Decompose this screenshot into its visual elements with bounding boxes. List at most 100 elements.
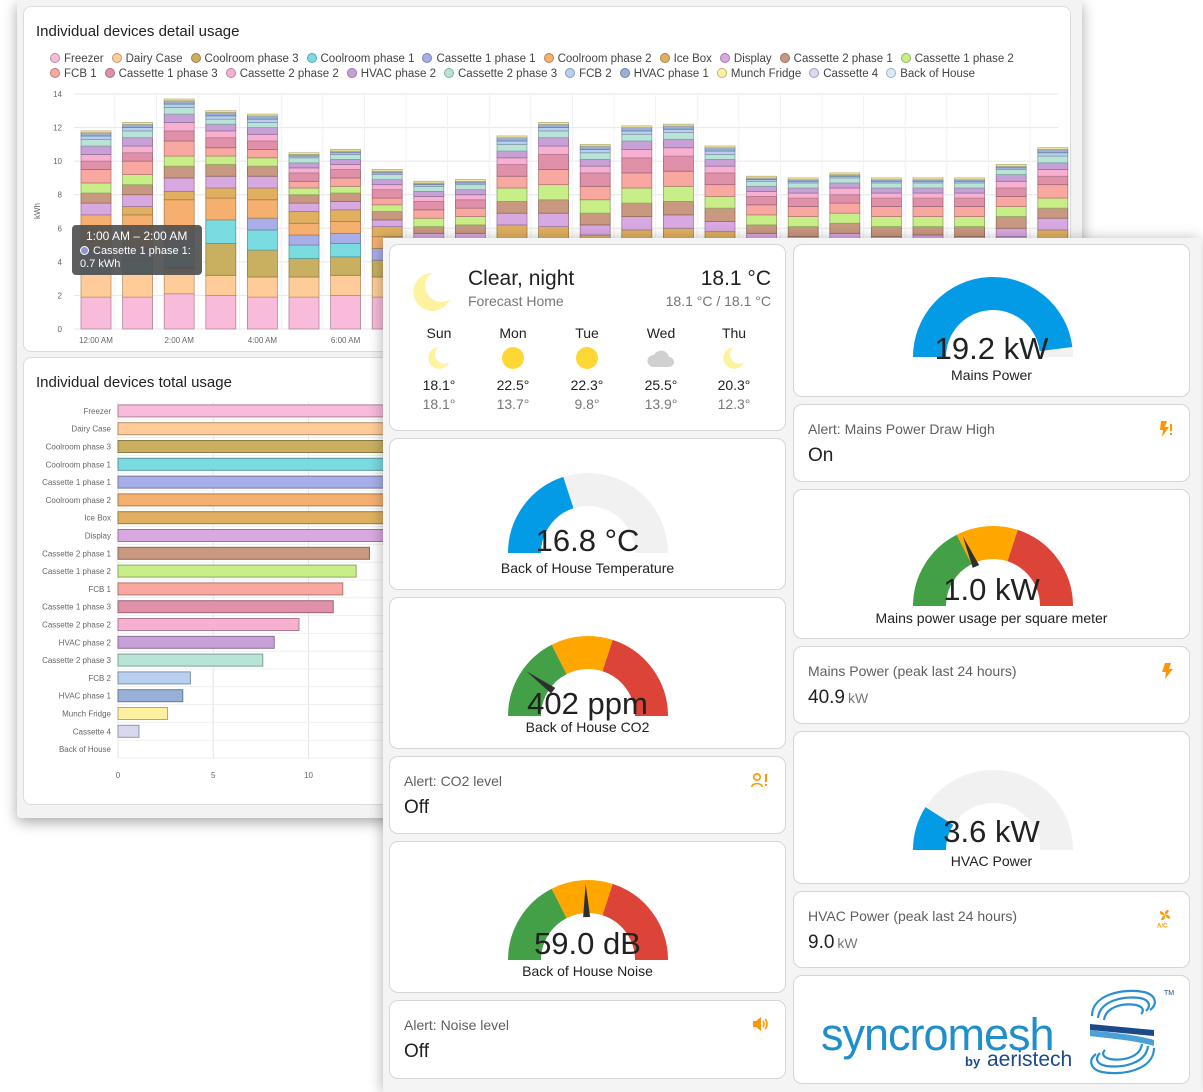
bar-segment[interactable]	[163, 98, 195, 102]
bar-segment[interactable]	[579, 159, 611, 167]
legend-item[interactable]: Display	[719, 52, 772, 67]
weather-card[interactable]: Clear, night Forecast Home 18.1 °C 18.1 …	[389, 244, 786, 431]
bar-segment[interactable]	[663, 185, 694, 202]
bar-segment[interactable]	[871, 206, 902, 217]
bar-segment[interactable]	[1037, 155, 1069, 164]
legend-item[interactable]: HVAC phase 2	[346, 67, 436, 82]
bar-segment[interactable]	[579, 224, 611, 236]
bar-segment[interactable]	[454, 199, 486, 209]
bar-segment[interactable]	[80, 202, 112, 216]
bar-segment[interactable]	[1037, 147, 1069, 150]
bar-segment[interactable]	[288, 258, 320, 278]
legend-item[interactable]: Cassette 2 phase 3	[444, 67, 557, 82]
bar-segment[interactable]	[205, 115, 237, 120]
bar-segment[interactable]	[912, 187, 944, 194]
bar-segment[interactable]	[371, 226, 403, 238]
bar-segment[interactable]	[663, 132, 694, 140]
bar-segment[interactable]	[1037, 152, 1069, 157]
mains-peak-card[interactable]: Mains Power (peak last 24 hours) 40.9 kW	[793, 646, 1190, 724]
bar-segment[interactable]	[371, 219, 403, 228]
bar-segment[interactable]	[80, 145, 112, 155]
total-bar[interactable]	[117, 546, 370, 560]
legend-item[interactable]: HVAC phase 1	[619, 67, 709, 82]
bar-segment[interactable]	[246, 229, 278, 251]
bar-segment[interactable]	[704, 195, 736, 209]
bar-segment[interactable]	[163, 190, 195, 201]
bar-segment[interactable]	[205, 219, 237, 244]
bar-segment[interactable]	[621, 216, 653, 231]
bar-segment[interactable]	[246, 249, 278, 278]
bar-segment[interactable]	[205, 187, 237, 199]
bar-segment[interactable]	[163, 113, 195, 123]
bar-segment[interactable]	[246, 148, 278, 159]
legend-item[interactable]: Coolroom phase 1	[306, 52, 414, 67]
bar-segment[interactable]	[163, 122, 195, 132]
bar-segment[interactable]	[871, 182, 902, 189]
bar-segment[interactable]	[246, 115, 278, 120]
bar-segment[interactable]	[787, 182, 819, 189]
total-bar[interactable]	[117, 707, 169, 720]
legend-item[interactable]: Cassette 1 phase 2	[900, 52, 1014, 67]
bar-segment[interactable]	[454, 184, 486, 191]
bar-segment[interactable]	[205, 155, 237, 165]
bar-segment[interactable]	[704, 159, 736, 167]
bar-segment[interactable]	[704, 154, 736, 160]
bar-segment[interactable]	[413, 180, 445, 184]
bar-segment[interactable]	[912, 226, 944, 236]
bar-segment[interactable]	[330, 159, 362, 165]
bar-segment[interactable]	[163, 130, 195, 142]
bar-segment[interactable]	[288, 180, 320, 189]
bar-segment[interactable]	[579, 172, 611, 187]
bar-segment[interactable]	[205, 118, 237, 125]
bar-segment[interactable]	[330, 274, 362, 296]
bar-segment[interactable]	[330, 201, 362, 211]
total-bar[interactable]	[117, 600, 334, 614]
bar-segment[interactable]	[621, 130, 653, 135]
bar-segment[interactable]	[663, 201, 694, 216]
bar-segment[interactable]	[579, 165, 611, 174]
bar-segment[interactable]	[704, 221, 736, 233]
bar-segment[interactable]	[621, 202, 653, 217]
bar-segment[interactable]	[122, 127, 153, 132]
bar-segment[interactable]	[496, 187, 528, 202]
bar-segment[interactable]	[122, 174, 153, 186]
bar-segment[interactable]	[746, 185, 777, 192]
bar-segment[interactable]	[704, 150, 736, 155]
bar-segment[interactable]	[122, 296, 153, 330]
bar-segment[interactable]	[787, 216, 819, 228]
bar-segment[interactable]	[995, 206, 1027, 217]
bar-segment[interactable]	[871, 177, 902, 181]
bar-segment[interactable]	[163, 100, 195, 105]
bar-segment[interactable]	[496, 137, 528, 142]
bar-segment[interactable]	[912, 206, 944, 217]
bar-segment[interactable]	[163, 140, 195, 157]
bar-segment[interactable]	[80, 192, 112, 204]
bar-segment[interactable]	[413, 190, 445, 197]
bar-segment[interactable]	[787, 192, 819, 199]
bar-segment[interactable]	[288, 222, 320, 236]
bar-segment[interactable]	[205, 130, 237, 139]
bar-segment[interactable]	[579, 152, 611, 160]
bar-segment[interactable]	[288, 162, 320, 169]
bar-segment[interactable]	[496, 135, 528, 139]
bar-segment[interactable]	[454, 194, 486, 201]
bar-segment[interactable]	[371, 204, 403, 212]
hvac-gauge-card[interactable]: 3.6 kW HVAC Power	[793, 731, 1190, 884]
legend-item[interactable]: Munch Fridge	[716, 67, 801, 82]
bar-segment[interactable]	[871, 226, 902, 238]
legend-item[interactable]: Dairy Case	[111, 52, 183, 67]
bar-segment[interactable]	[538, 169, 569, 186]
bar-segment[interactable]	[371, 197, 403, 206]
bar-segment[interactable]	[288, 172, 320, 182]
bar-segment[interactable]	[995, 216, 1027, 229]
bar-segment[interactable]	[122, 130, 153, 139]
bar-segment[interactable]	[663, 147, 694, 157]
bar-segment[interactable]	[787, 187, 819, 194]
bar-segment[interactable]	[288, 276, 320, 298]
bar-segment[interactable]	[954, 197, 985, 207]
total-bar[interactable]	[117, 689, 184, 703]
bar-segment[interactable]	[454, 189, 486, 196]
bar-segment[interactable]	[704, 147, 736, 152]
bar-segment[interactable]	[829, 194, 861, 204]
bar-segment[interactable]	[163, 155, 195, 167]
